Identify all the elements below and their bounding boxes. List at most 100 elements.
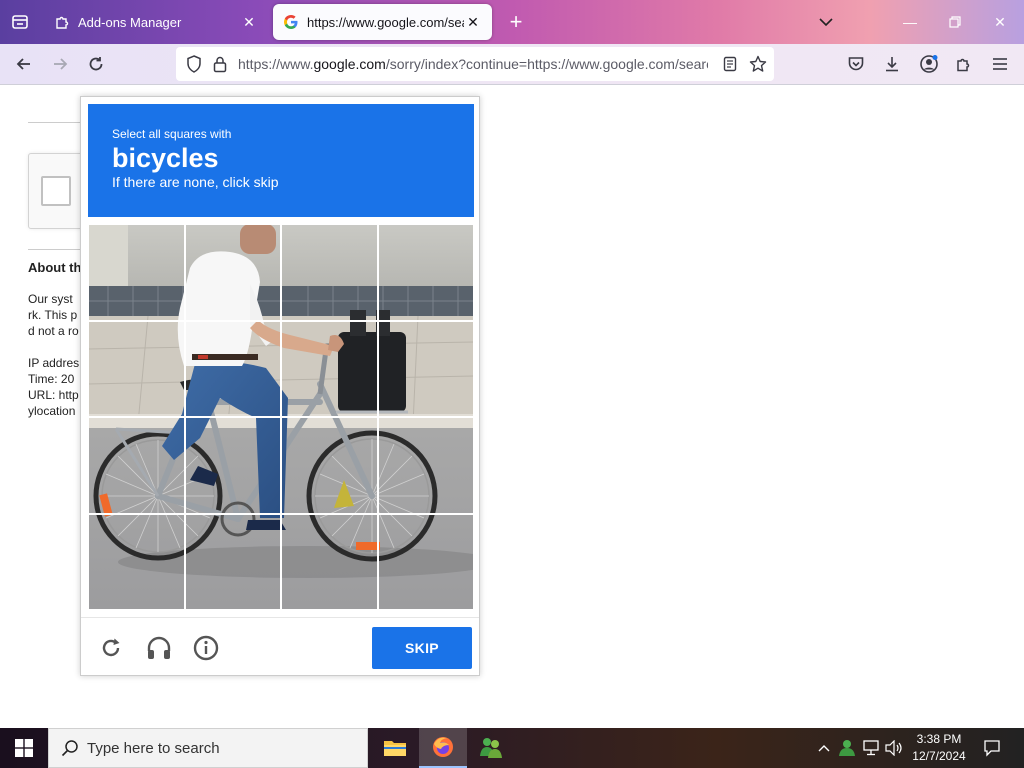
navigation-toolbar: https://www.google.com/sorry/index?conti… xyxy=(0,44,1024,85)
notifications-button[interactable] xyxy=(978,734,1006,762)
arrow-left-icon xyxy=(16,58,30,70)
body-line: rk. This p xyxy=(28,308,78,322)
account-button[interactable] xyxy=(915,50,943,78)
help-button[interactable] xyxy=(192,634,220,662)
captcha-tile-r4-c4[interactable] xyxy=(377,513,474,610)
extensions-button[interactable] xyxy=(950,50,978,78)
captcha-tile-r3-c4[interactable] xyxy=(377,417,474,514)
messenger-app[interactable] xyxy=(467,728,515,768)
skip-button[interactable]: SKIP xyxy=(372,627,472,669)
captcha-tile-r1-c3[interactable] xyxy=(281,224,378,321)
captcha-tile-r4-c1[interactable] xyxy=(88,513,185,610)
reader-view-icon xyxy=(723,56,737,72)
firefox-view-button[interactable] xyxy=(6,8,34,36)
start-button[interactable] xyxy=(0,728,48,768)
location-line: ylocation xyxy=(28,404,76,418)
info-icon xyxy=(193,635,219,661)
reload-challenge-button[interactable] xyxy=(97,634,125,662)
challenge-header: Select all squares with bicycles If ther… xyxy=(88,104,474,217)
network-icon xyxy=(863,740,879,756)
tab-title: https://www.google.com/search xyxy=(307,14,464,30)
skip-hint: If there are none, click skip xyxy=(112,174,279,190)
divider xyxy=(28,249,80,250)
file-explorer-app[interactable] xyxy=(371,728,419,768)
show-hidden-icons-button[interactable] xyxy=(814,738,834,758)
messenger-icon xyxy=(480,738,502,758)
about-heading: About th xyxy=(28,260,80,275)
firefox-view-icon xyxy=(12,15,28,29)
shield-icon[interactable] xyxy=(184,54,204,74)
tab-title: Add-ons Manager xyxy=(78,14,182,30)
time-line: Time: 20 xyxy=(28,372,75,386)
captcha-tile-r4-c3[interactable] xyxy=(281,513,378,610)
tab-bar: Add-ons Manager ✕ https://www.google.com… xyxy=(0,0,1024,44)
downloads-button[interactable] xyxy=(878,50,906,78)
reload-icon xyxy=(102,638,120,657)
captcha-tile-r1-c4[interactable] xyxy=(377,224,474,321)
captcha-tile-r2-c3[interactable] xyxy=(281,320,378,417)
audio-challenge-button[interactable] xyxy=(145,634,173,662)
close-icon[interactable]: ✕ xyxy=(464,13,482,31)
url-prefix: https://www. xyxy=(238,56,314,72)
url-domain: google.com xyxy=(313,56,386,72)
user-tray-icon xyxy=(839,740,855,756)
captcha-tile-r1-c2[interactable] xyxy=(184,224,281,321)
account-icon xyxy=(920,55,938,73)
taskbar-search-box[interactable]: Type here to search xyxy=(48,728,368,768)
volume-button[interactable] xyxy=(884,738,904,758)
google-icon xyxy=(284,15,298,29)
notification-icon xyxy=(984,740,1000,757)
captcha-tile-r4-c2[interactable] xyxy=(184,513,281,610)
back-button[interactable] xyxy=(10,50,38,78)
recaptcha-checkbox[interactable] xyxy=(41,176,71,206)
search-placeholder: Type here to search xyxy=(87,739,220,757)
captcha-tile-r3-c3[interactable] xyxy=(281,417,378,514)
tab-addons-manager[interactable]: Add-ons Manager ✕ xyxy=(44,4,268,40)
clock-date: 12/7/2024 xyxy=(912,749,966,763)
firefox-icon xyxy=(433,737,453,757)
network-button[interactable] xyxy=(861,738,881,758)
bookmark-star-button[interactable] xyxy=(748,54,768,74)
captcha-tile-r2-c4[interactable] xyxy=(377,320,474,417)
new-tab-button[interactable]: + xyxy=(502,8,530,36)
address-bar[interactable]: https://www.google.com/sorry/index?conti… xyxy=(176,47,774,81)
captcha-tile-r2-c2[interactable] xyxy=(184,320,281,417)
reader-view-button[interactable] xyxy=(720,54,740,74)
close-icon[interactable]: ✕ xyxy=(240,13,258,31)
reload-button[interactable] xyxy=(82,50,110,78)
windows-logo-icon xyxy=(15,739,33,757)
firefox-app[interactable] xyxy=(419,728,467,768)
clock-time: 3:38 PM xyxy=(916,732,962,746)
plus-icon: + xyxy=(509,9,523,34)
close-window-button[interactable]: ✕ xyxy=(980,4,1020,40)
ip-address-line: IP addres xyxy=(28,356,80,370)
menu-button[interactable] xyxy=(986,50,1014,78)
file-explorer-icon xyxy=(384,741,406,756)
headphones-icon xyxy=(147,636,171,659)
captcha-tile-r3-c1[interactable] xyxy=(88,417,185,514)
pocket-button[interactable] xyxy=(842,50,870,78)
system-clock[interactable]: 3:38 PM 12/7/2024 xyxy=(904,731,974,765)
captcha-tile-r1-c1[interactable] xyxy=(88,224,185,321)
lock-icon[interactable] xyxy=(210,54,230,74)
recaptcha-challenge-dialog: Select all squares with bicycles If ther… xyxy=(80,96,480,676)
captcha-tile-r2-c1[interactable] xyxy=(88,320,185,417)
url-line: URL: http xyxy=(28,388,79,402)
divider xyxy=(28,122,80,123)
speaker-icon xyxy=(885,740,902,756)
tab-google-search[interactable]: https://www.google.com/search ✕ xyxy=(273,4,492,40)
list-all-tabs-button[interactable] xyxy=(812,8,840,36)
captcha-tile-r3-c2[interactable] xyxy=(184,417,281,514)
body-line: Our syst xyxy=(28,292,73,306)
restore-button[interactable] xyxy=(935,4,975,40)
tray-user-app[interactable] xyxy=(837,738,857,758)
body-line: d not a ro xyxy=(28,324,79,338)
tile-grid xyxy=(88,224,474,610)
reload-icon xyxy=(89,57,103,71)
chevron-up-icon xyxy=(818,745,830,752)
url-text[interactable]: https://www.google.com/sorry/index?conti… xyxy=(238,56,708,72)
star-icon xyxy=(749,55,767,72)
forward-button[interactable] xyxy=(46,50,74,78)
minimize-button[interactable]: — xyxy=(890,4,930,40)
challenge-image-grid xyxy=(88,224,474,610)
